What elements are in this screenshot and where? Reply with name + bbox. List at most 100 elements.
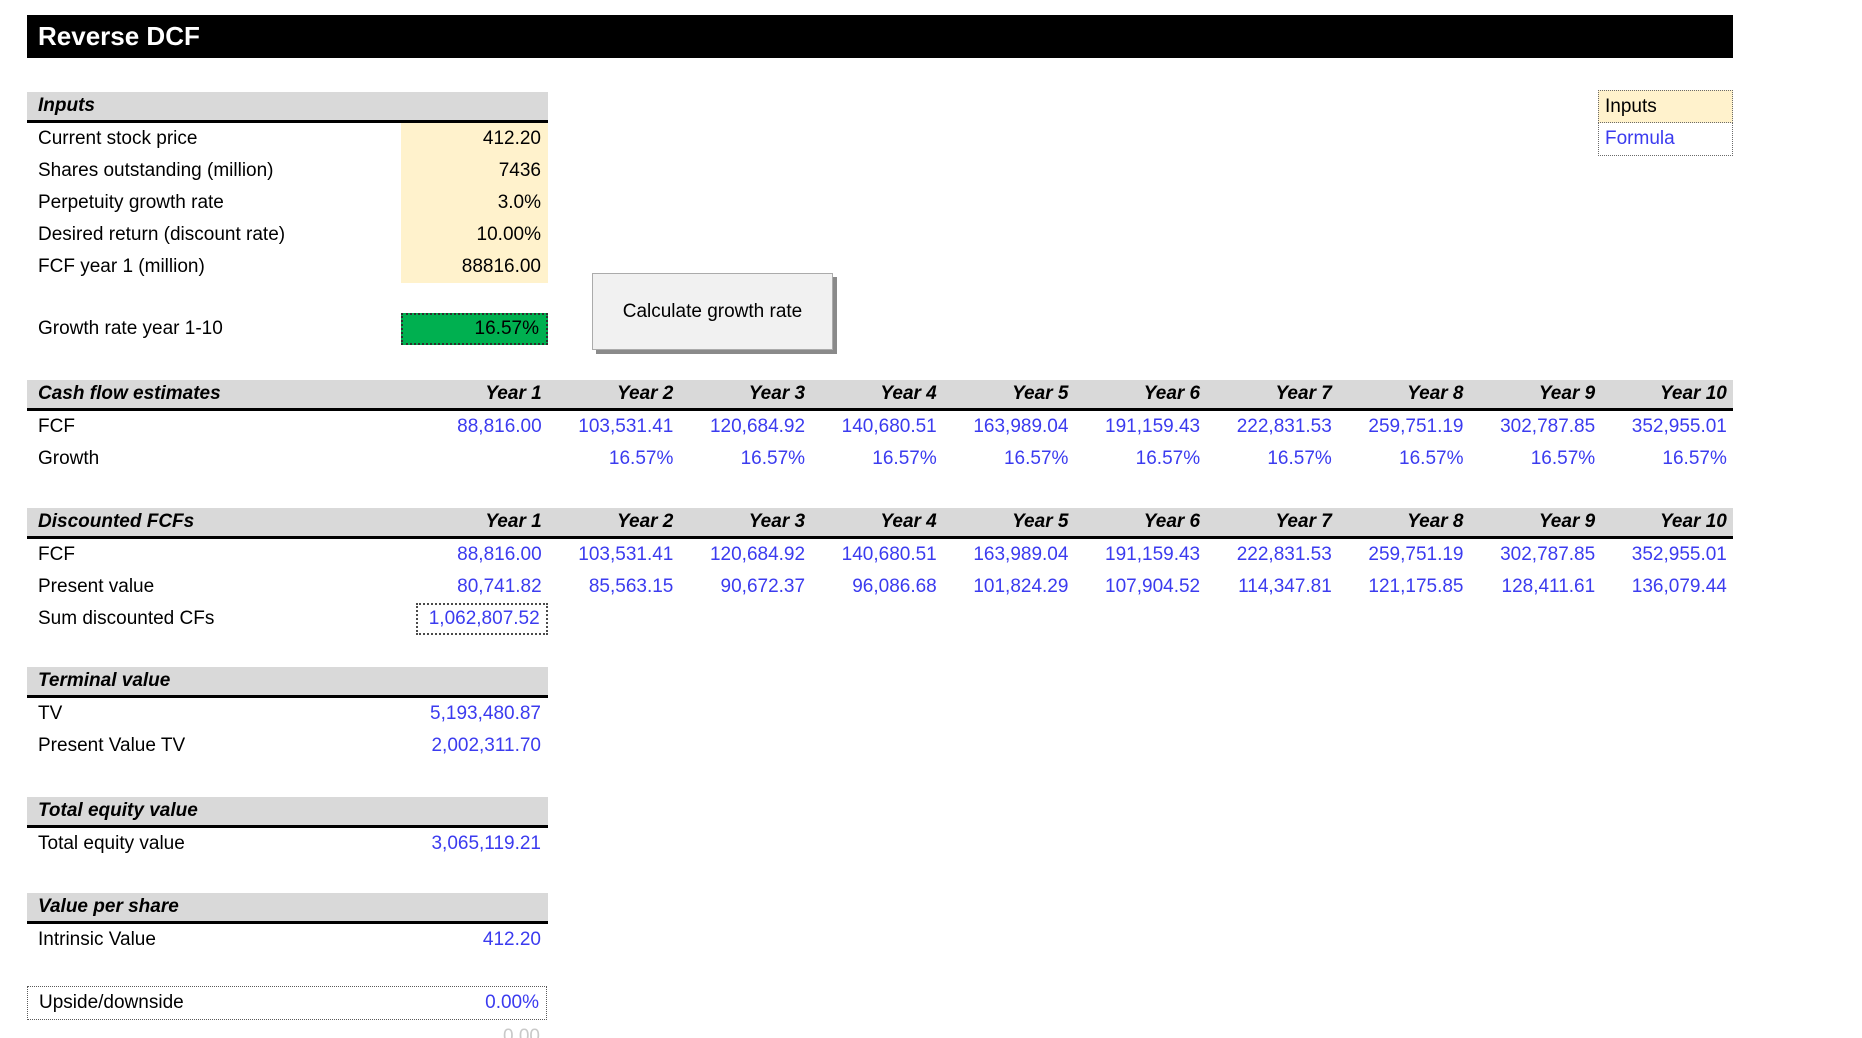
growth-rate-result-cell[interactable]: 16.57% — [401, 313, 548, 345]
fcf-cell[interactable]: 88,816.00 — [416, 411, 548, 443]
discounted-fcf-cell[interactable]: 352,955.01 — [1601, 539, 1733, 571]
row-label: FCF — [27, 539, 416, 571]
present-value-cell[interactable]: 85,563.15 — [548, 571, 680, 603]
present-value-cell[interactable]: 121,175.85 — [1338, 571, 1470, 603]
present-value-cell[interactable]: 90,672.37 — [679, 571, 811, 603]
total-equity-value-cell[interactable]: 3,065,119.21 — [401, 828, 548, 860]
year-header: Year 5 — [943, 508, 1075, 536]
growth-rate-label: Growth rate year 1-10 — [27, 313, 401, 345]
growth-cell[interactable] — [416, 443, 548, 475]
discounted-fcf-row: FCF 88,816.00 103,531.41 120,684.92 140,… — [27, 539, 1733, 571]
row-label: TV — [27, 698, 401, 730]
present-value-cell[interactable]: 101,824.29 — [943, 571, 1075, 603]
shares-outstanding-cell[interactable]: 7436 — [401, 155, 548, 187]
present-value-tv-cell[interactable]: 2,002,311.70 — [401, 730, 548, 762]
discounted-fcf-cell[interactable]: 302,787.85 — [1470, 539, 1602, 571]
input-row: Current stock price 412.20 — [27, 123, 548, 155]
fcf-year1-cell[interactable]: 88816.00 — [401, 251, 548, 283]
discounted-fcf-cell[interactable]: 140,680.51 — [811, 539, 943, 571]
year-header: Year 1 — [416, 380, 548, 408]
present-value-cell[interactable]: 96,086.68 — [811, 571, 943, 603]
discounted-fcf-cell[interactable]: 259,751.19 — [1338, 539, 1470, 571]
discounted-fcf-cell[interactable]: 222,831.53 — [1206, 539, 1338, 571]
year-header: Year 9 — [1470, 508, 1602, 536]
present-value-cell[interactable]: 80,741.82 — [416, 571, 548, 603]
discounted-fcf-cell[interactable]: 191,159.43 — [1074, 539, 1206, 571]
year-header: Year 4 — [811, 508, 943, 536]
fcf-cell[interactable]: 352,955.01 — [1601, 411, 1733, 443]
year-header: Year 8 — [1338, 508, 1470, 536]
discounted-fcf-cell[interactable]: 163,989.04 — [943, 539, 1075, 571]
growth-cell[interactable]: 16.57% — [1601, 443, 1733, 475]
discounted-fcf-cell[interactable]: 120,684.92 — [679, 539, 811, 571]
growth-cell[interactable]: 16.57% — [1338, 443, 1470, 475]
desired-return-cell[interactable]: 10.00% — [401, 219, 548, 251]
growth-cell[interactable]: 16.57% — [1074, 443, 1206, 475]
year-header: Year 5 — [943, 380, 1075, 408]
legend-formula-cell[interactable]: Formula — [1598, 123, 1733, 156]
present-value-cell[interactable]: 107,904.52 — [1074, 571, 1206, 603]
cash-flow-header-row: Cash flow estimates Year 1 Year 2 Year 3… — [27, 380, 1733, 411]
fcf-cell[interactable]: 259,751.19 — [1338, 411, 1470, 443]
growth-row: Growth 16.57% 16.57% 16.57% 16.57% 16.57… — [27, 443, 1733, 475]
fcf-cell[interactable]: 103,531.41 — [548, 411, 680, 443]
fcf-cell[interactable]: 191,159.43 — [1074, 411, 1206, 443]
fcf-cell[interactable]: 222,831.53 — [1206, 411, 1338, 443]
input-label: Desired return (discount rate) — [27, 219, 401, 251]
year-header: Year 2 — [548, 380, 680, 408]
growth-cell[interactable]: 16.57% — [679, 443, 811, 475]
fcf-cell[interactable]: 302,787.85 — [1470, 411, 1602, 443]
year-header: Year 7 — [1206, 380, 1338, 408]
cash-flow-estimates-table: Cash flow estimates Year 1 Year 2 Year 3… — [27, 380, 1733, 475]
pv-tv-row: Present Value TV 2,002,311.70 — [27, 730, 548, 762]
sum-discounted-cfs-cell[interactable]: 1,062,807.52 — [416, 603, 548, 635]
legend-inputs-cell[interactable]: Inputs — [1598, 90, 1733, 123]
input-row: FCF year 1 (million) 88816.00 — [27, 251, 548, 283]
fcf-cell[interactable]: 140,680.51 — [811, 411, 943, 443]
intrinsic-value-row: Intrinsic Value 412.20 — [27, 924, 548, 956]
cutoff-cell: 0.00 — [400, 1026, 547, 1038]
value-per-share-section: Value per share Intrinsic Value 412.20 — [27, 893, 548, 956]
total-equity-header: Total equity value — [27, 797, 548, 828]
year-header: Year 7 — [1206, 508, 1338, 536]
cash-flow-section-header: Cash flow estimates — [27, 380, 416, 408]
value-per-share-header: Value per share — [27, 893, 548, 924]
present-value-cell[interactable]: 128,411.61 — [1470, 571, 1602, 603]
year-header: Year 4 — [811, 380, 943, 408]
row-label: Growth — [27, 443, 416, 475]
row-label: Present value — [27, 571, 416, 603]
row-label: Present Value TV — [27, 730, 401, 762]
growth-cell[interactable]: 16.57% — [943, 443, 1075, 475]
total-equity-section: Total equity value Total equity value 3,… — [27, 797, 548, 860]
upside-downside-row: Upside/downside 0.00% — [27, 986, 547, 1020]
spreadsheet-reverse-dcf: Reverse DCF Inputs Formula Inputs Curren… — [0, 0, 1862, 1038]
input-label: Shares outstanding (million) — [27, 155, 401, 187]
current-stock-price-cell[interactable]: 412.20 — [401, 123, 548, 155]
growth-cell[interactable]: 16.57% — [811, 443, 943, 475]
year-header: Year 3 — [679, 380, 811, 408]
growth-cell[interactable]: 16.57% — [548, 443, 680, 475]
growth-cell[interactable]: 16.57% — [1470, 443, 1602, 475]
tv-cell[interactable]: 5,193,480.87 — [401, 698, 548, 730]
present-value-cell[interactable]: 114,347.81 — [1206, 571, 1338, 603]
growth-cell[interactable]: 16.57% — [1206, 443, 1338, 475]
present-value-cell[interactable]: 136,079.44 — [1601, 571, 1733, 603]
input-row: Desired return (discount rate) 10.00% — [27, 219, 548, 251]
calculate-growth-rate-button[interactable]: Calculate growth rate — [592, 273, 833, 350]
intrinsic-value-cell[interactable]: 412.20 — [401, 924, 548, 956]
fcf-cell[interactable]: 163,989.04 — [943, 411, 1075, 443]
perpetuity-growth-rate-cell[interactable]: 3.0% — [401, 187, 548, 219]
legend: Inputs Formula — [1598, 90, 1733, 156]
year-header: Year 10 — [1601, 508, 1733, 536]
growth-rate-row: Growth rate year 1-10 16.57% — [27, 313, 548, 345]
discounted-fcf-cell[interactable]: 103,531.41 — [548, 539, 680, 571]
year-header: Year 1 — [416, 508, 548, 536]
input-label: Perpetuity growth rate — [27, 187, 401, 219]
present-value-row: Present value 80,741.82 85,563.15 90,672… — [27, 571, 1733, 603]
year-header: Year 6 — [1074, 508, 1206, 536]
fcf-cell[interactable]: 120,684.92 — [679, 411, 811, 443]
discounted-fcf-cell[interactable]: 88,816.00 — [416, 539, 548, 571]
upside-downside-cell[interactable]: 0.00% — [399, 987, 546, 1019]
fcf-row: FCF 88,816.00 103,531.41 120,684.92 140,… — [27, 411, 1733, 443]
row-label: Total equity value — [27, 828, 401, 860]
